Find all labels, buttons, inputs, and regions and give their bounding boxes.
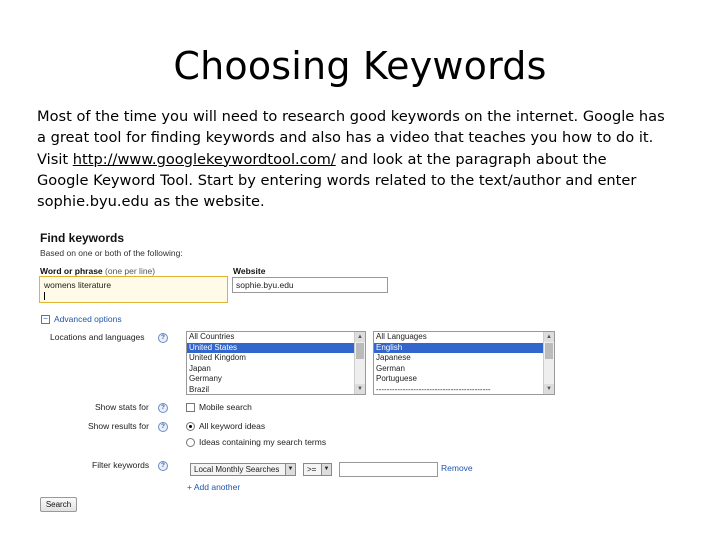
slide-body: Most of the time you will need to resear… [37, 106, 697, 212]
country-option[interactable]: Brazil [187, 385, 365, 395]
phrase-label: Word or phrase (one per line) [40, 266, 155, 276]
all-ideas-option[interactable]: All keyword ideas [186, 421, 266, 432]
website-label-text: Website [233, 266, 266, 276]
scroll-thumb[interactable] [356, 343, 364, 359]
phrase-value: womens literature [44, 280, 112, 290]
country-option-selected[interactable]: United States [187, 342, 365, 353]
country-option[interactable]: Germany [187, 374, 365, 385]
language-option: ----------------------------------------… [376, 384, 491, 394]
scrollbar[interactable]: ▲ ▼ [543, 332, 554, 394]
language-option-selected[interactable]: English [374, 342, 554, 353]
search-button[interactable]: Search [40, 497, 77, 512]
filter-metric-select[interactable]: Local Monthly Searches ▼ [190, 463, 296, 476]
scroll-down-icon[interactable]: ▼ [544, 384, 554, 394]
find-keywords-subtitle: Based on one or both of the following: [40, 248, 183, 258]
body-line: a great tool for finding keywords and al… [37, 129, 654, 147]
scroll-up-icon[interactable]: ▲ [544, 332, 554, 342]
filter-operator-select[interactable]: >= ▼ [303, 463, 332, 476]
help-icon[interactable]: ? [158, 461, 168, 471]
body-line: Most of the time you will need to resear… [37, 108, 665, 125]
scroll-down-icon[interactable]: ▼ [355, 384, 365, 394]
country-option[interactable]: Japan [187, 364, 365, 375]
phrase-textarea[interactable]: womens literature [39, 276, 228, 303]
help-icon[interactable]: ? [158, 333, 168, 343]
language-option[interactable]: Japanese [374, 353, 554, 364]
ideas-containing-label: Ideas containing my search terms [199, 437, 327, 447]
slide-title: Choosing Keywords [173, 44, 547, 88]
mobile-search-checkbox[interactable] [186, 403, 195, 413]
phrase-label-text: Word or phrase [40, 266, 103, 276]
languages-listbox[interactable]: All Languages English Japanese German Po… [373, 331, 555, 395]
text-caret [44, 292, 45, 300]
filter-value-input[interactable] [339, 462, 438, 477]
language-option[interactable]: Portuguese [374, 374, 554, 385]
filter-metric-value: Local Monthly Searches [194, 465, 280, 474]
ideas-containing-option[interactable]: Ideas containing my search terms [186, 437, 327, 448]
show-stats-label: Show stats for [95, 402, 149, 412]
body-line: Google Keyword Tool. Start by entering w… [37, 171, 637, 189]
filter-operator-value: >= [307, 465, 317, 474]
website-label: Website [233, 266, 265, 276]
scroll-up-icon[interactable]: ▲ [355, 332, 365, 342]
filter-keywords-label: Filter keywords [92, 460, 150, 470]
country-option[interactable]: United Kingdom [187, 353, 365, 364]
remove-filter-link[interactable]: Remove [441, 463, 473, 473]
locations-label: Locations and languages [50, 332, 145, 342]
find-keywords-title: Find keywords [40, 231, 125, 245]
language-option[interactable]: German [374, 364, 554, 375]
mobile-search-label: Mobile search [199, 402, 252, 412]
help-icon[interactable]: ? [158, 403, 168, 413]
website-input[interactable]: sophie.byu.edu [232, 277, 388, 293]
scrollbar[interactable]: ▲ ▼ [354, 332, 365, 394]
body-text: and look at the paragraph about the [335, 150, 607, 168]
keyword-tool-link[interactable]: http://www.googlekeywordtool.com/ [73, 151, 336, 168]
language-option[interactable]: All Languages [374, 332, 554, 343]
scroll-thumb[interactable] [545, 343, 553, 359]
collapse-icon: − [41, 315, 50, 325]
all-ideas-radio[interactable] [186, 422, 195, 432]
add-filter-link[interactable]: + Add another [187, 482, 240, 492]
find-keywords-panel: Find keywords Based on one or both of th… [37, 228, 577, 518]
mobile-search-option[interactable]: Mobile search [186, 402, 252, 413]
advanced-options-toggle[interactable]: − Advanced options [41, 314, 122, 325]
phrase-hint: (one per line) [102, 266, 156, 276]
all-ideas-label: All keyword ideas [199, 421, 266, 431]
chevron-down-icon: ▼ [285, 464, 295, 475]
help-icon[interactable]: ? [158, 422, 168, 432]
country-option[interactable]: All Countries [187, 332, 365, 343]
body-line: Visit http://www.googlekeywordtool.com/ … [37, 149, 697, 170]
show-results-label: Show results for [88, 421, 149, 431]
body-line: sophie.byu.edu as the website. [37, 193, 265, 211]
body-text: Visit [37, 150, 73, 168]
advanced-options-label: Advanced options [54, 314, 122, 324]
chevron-down-icon: ▼ [321, 464, 331, 475]
countries-listbox[interactable]: All Countries United States United Kingd… [186, 331, 366, 395]
ideas-containing-radio[interactable] [186, 438, 195, 448]
website-value: sophie.byu.edu [236, 280, 294, 290]
